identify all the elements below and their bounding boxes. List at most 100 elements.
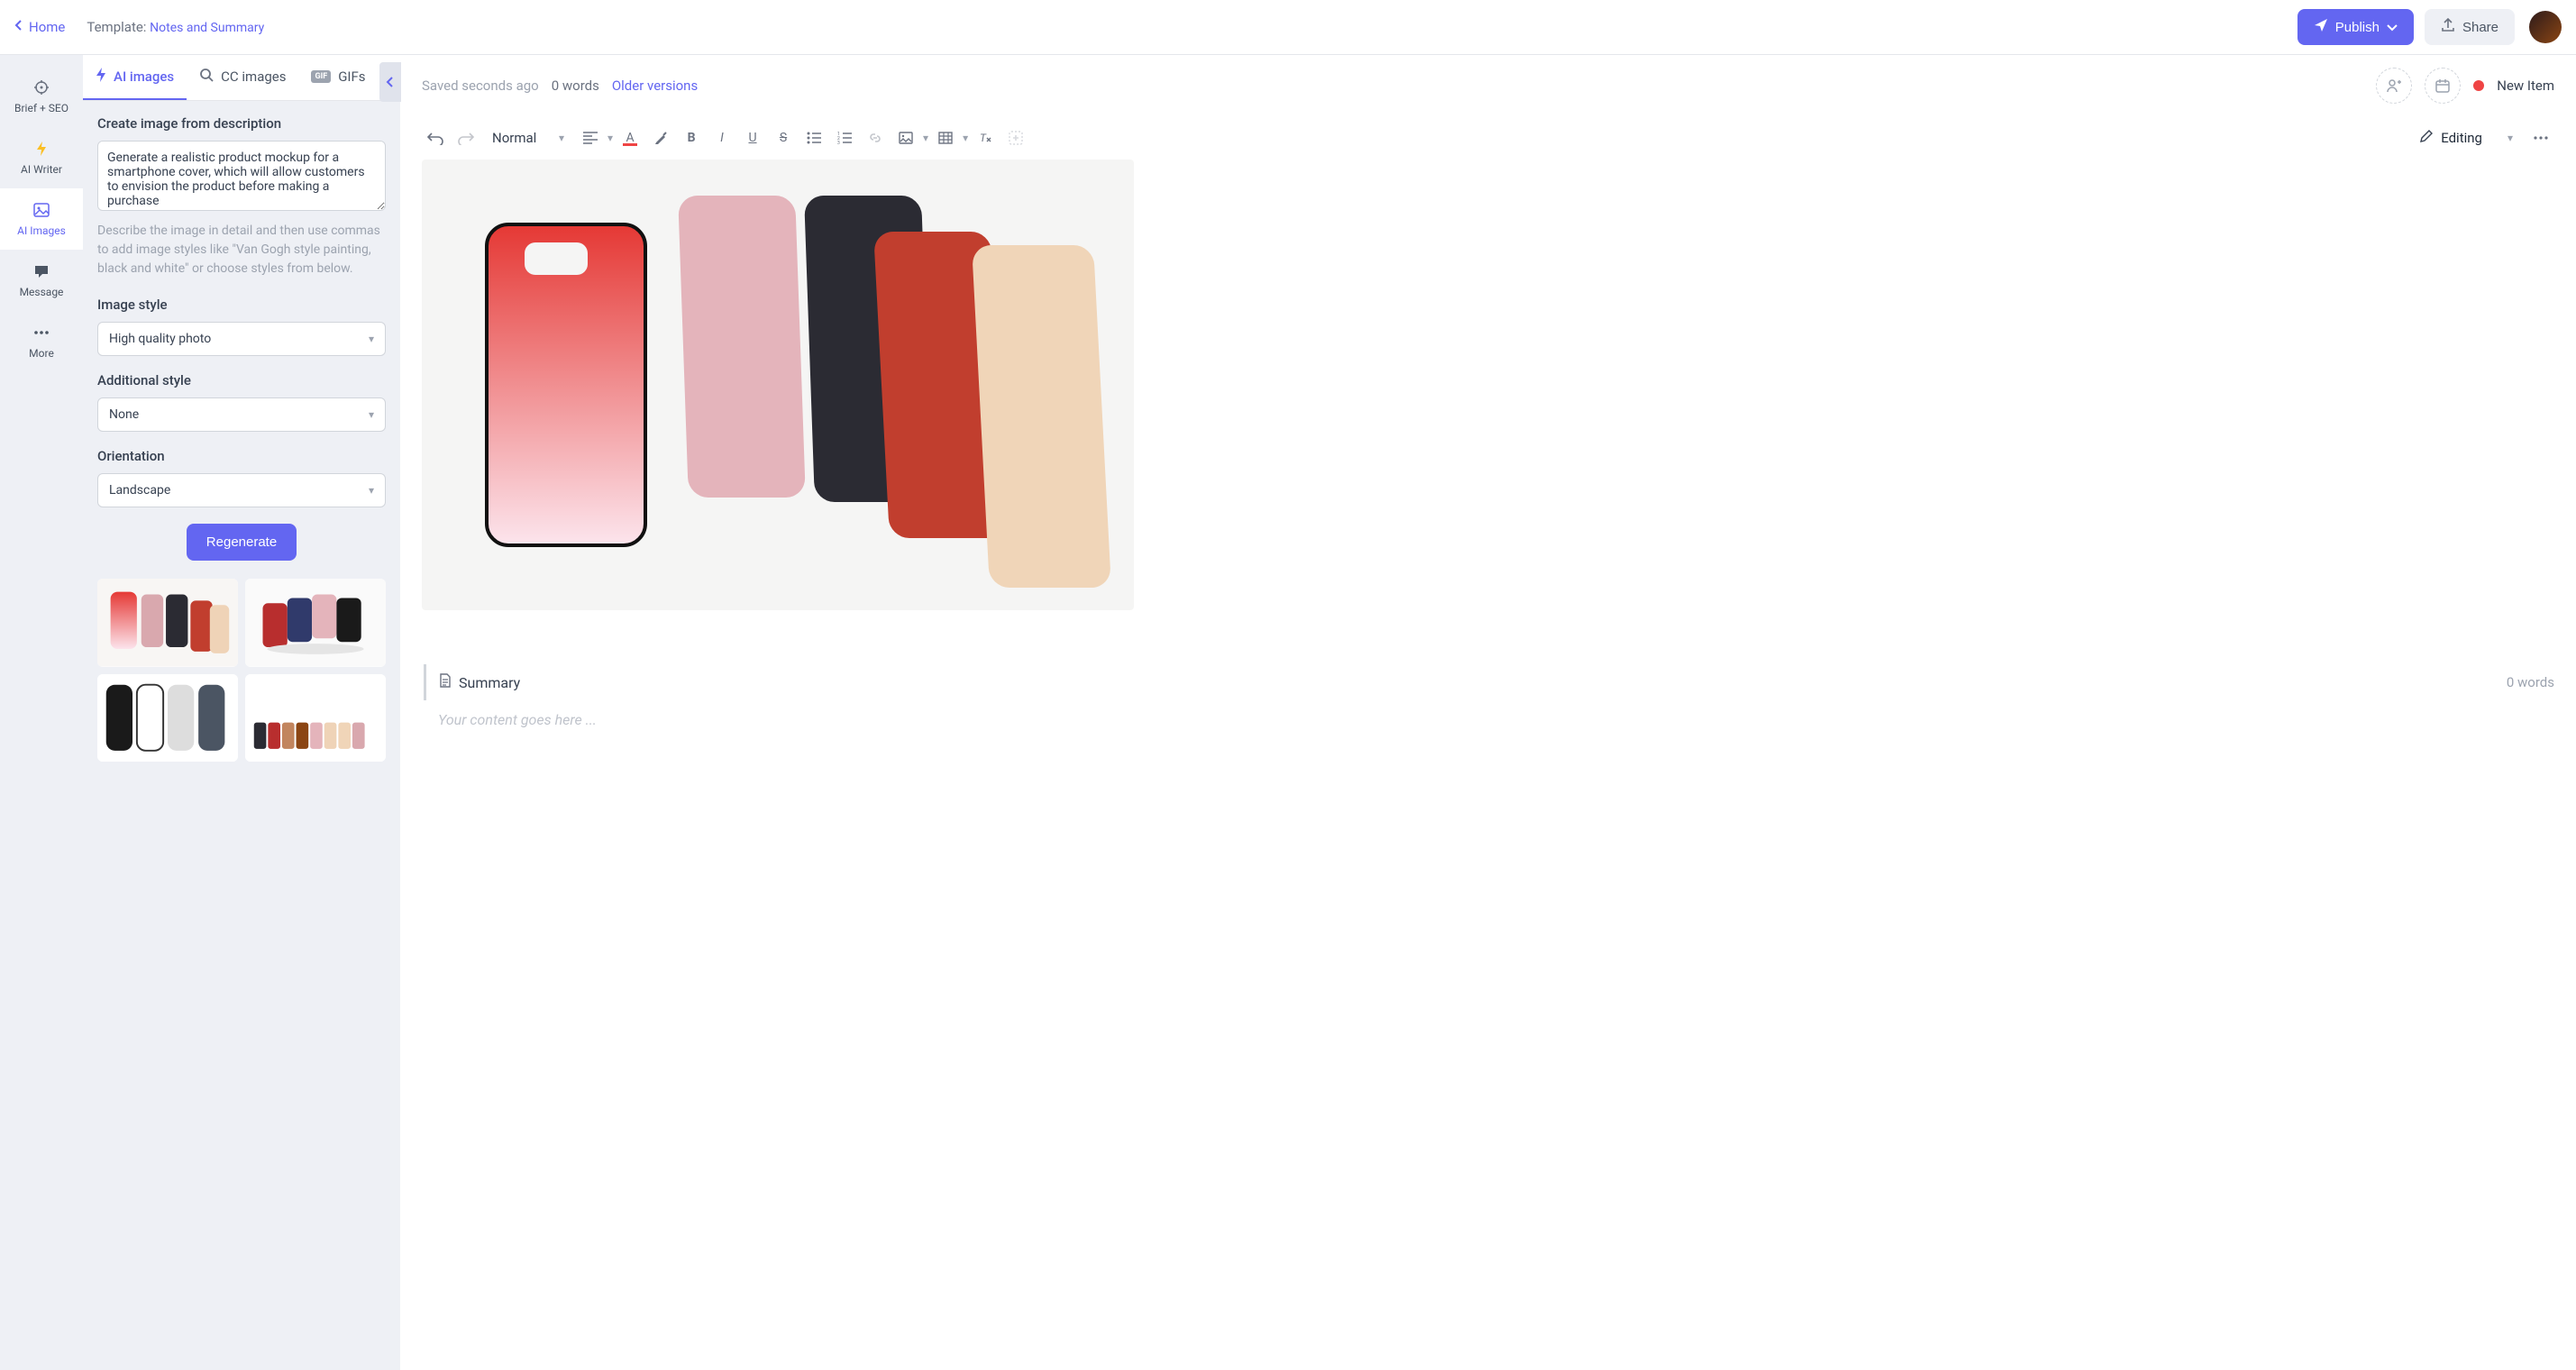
editing-mode-label: Editing (2441, 130, 2482, 146)
tab-ai-images[interactable]: AI images (83, 55, 187, 100)
search-icon (199, 68, 214, 86)
text-color-button[interactable]: A (617, 124, 644, 151)
gif-badge-icon: GIF (311, 70, 331, 83)
thumbnail-4[interactable] (245, 674, 386, 763)
add-user-button[interactable] (2376, 68, 2412, 104)
summary-label: Summary (459, 674, 520, 691)
add-block-button[interactable] (1002, 124, 1029, 151)
rail-label-images: AI Images (17, 224, 66, 237)
image-style-value: High quality photo (109, 332, 211, 346)
word-count: 0 words (552, 78, 599, 94)
home-link[interactable]: Home (14, 19, 65, 35)
editing-mode-select[interactable]: Editing ▾ (2408, 123, 2524, 152)
underline-button[interactable]: U (739, 124, 766, 151)
orientation-select[interactable]: Landscape ▾ (97, 473, 386, 507)
strikethrough-button[interactable]: S (770, 124, 797, 151)
bolt-icon (32, 140, 50, 158)
share-label: Share (2462, 20, 2498, 35)
older-versions-link[interactable]: Older versions (612, 78, 698, 94)
orientation-label: Orientation (97, 448, 386, 464)
sidebar-item-message[interactable]: Message (0, 250, 83, 311)
link-button[interactable] (862, 124, 889, 151)
status-indicator-icon (2473, 80, 2484, 91)
orientation-value: Landscape (109, 483, 170, 498)
content-placeholder[interactable]: Your content goes here ... (422, 700, 2554, 728)
number-list-button[interactable]: 123 (831, 124, 858, 151)
align-button[interactable] (577, 124, 604, 151)
sidebar-item-more[interactable]: More (0, 311, 83, 372)
chevron-down-icon: ▾ (369, 408, 374, 421)
tab-gifs[interactable]: GIF GIFs (298, 55, 378, 100)
image-icon (32, 201, 50, 219)
insert-image-button[interactable] (892, 124, 919, 151)
chevron-down-icon[interactable]: ▾ (923, 132, 928, 144)
highlight-button[interactable] (647, 124, 674, 151)
thumbnail-1[interactable] (97, 579, 238, 667)
template-prefix: Template: (87, 19, 150, 35)
format-value: Normal (492, 130, 536, 146)
clear-format-button[interactable]: T (972, 124, 999, 151)
rail-label-writer: AI Writer (21, 163, 62, 176)
insert-table-button[interactable] (932, 124, 959, 151)
sidebar-item-images[interactable]: AI Images (0, 188, 83, 250)
avatar[interactable] (2529, 11, 2562, 43)
chevron-down-icon: ▾ (559, 132, 564, 144)
regenerate-button[interactable]: Regenerate (187, 524, 297, 561)
document-icon (439, 673, 452, 691)
tab-label-ai: AI images (114, 68, 174, 85)
italic-button[interactable]: I (708, 124, 735, 151)
tab-label-cc: CC images (221, 68, 286, 85)
left-rail: Brief + SEO AI Writer AI Images Message … (0, 55, 83, 1370)
share-button[interactable]: Share (2425, 9, 2515, 45)
prompt-input[interactable] (97, 141, 386, 211)
dots-icon (32, 324, 50, 342)
svg-text:3: 3 (837, 141, 840, 144)
collapse-sidebar-button[interactable] (379, 62, 401, 102)
bullet-list-button[interactable] (800, 124, 827, 151)
image-style-select[interactable]: High quality photo ▾ (97, 322, 386, 356)
target-icon (32, 78, 50, 96)
bolt-icon (96, 68, 106, 86)
chevron-down-icon (2387, 20, 2398, 35)
bold-button[interactable]: B (678, 124, 705, 151)
rail-label-message: Message (20, 286, 64, 298)
template-name-link[interactable]: Notes and Summary (150, 21, 264, 35)
publish-button[interactable]: Publish (2297, 9, 2414, 45)
pencil-icon (2419, 129, 2434, 147)
editor-toolbar: Normal ▾ ▾ A B I U S 123 ▾ ▾ T Editing (400, 116, 2576, 160)
more-options-button[interactable] (2527, 124, 2554, 151)
summary-section-header[interactable]: Summary 0 words (424, 664, 2554, 700)
chevron-down-icon: ▾ (2507, 132, 2513, 144)
sidebar-item-writer[interactable]: AI Writer (0, 127, 83, 188)
thumbnail-3[interactable] (97, 674, 238, 763)
chevron-down-icon[interactable]: ▾ (607, 132, 613, 144)
rail-label-brief: Brief + SEO (14, 102, 69, 114)
tab-label-gifs: GIFs (338, 68, 365, 85)
thumbnail-2[interactable] (245, 579, 386, 667)
sidebar-panel: AI images CC images GIF GIFs Create imag… (83, 55, 400, 1370)
create-image-label: Create image from description (97, 115, 386, 132)
main-generated-image[interactable] (422, 160, 1134, 610)
chevron-left-icon (14, 19, 23, 35)
chevron-down-icon[interactable]: ▾ (963, 132, 968, 144)
saved-status: Saved seconds ago (422, 78, 539, 94)
upload-icon (2441, 18, 2455, 36)
sidebar-item-brief[interactable]: Brief + SEO (0, 66, 83, 127)
prompt-helper-text: Describe the image in detail and then us… (97, 222, 386, 279)
tab-cc-images[interactable]: CC images (187, 55, 298, 100)
status-label[interactable]: New Item (2497, 78, 2554, 94)
chevron-down-icon: ▾ (369, 333, 374, 345)
rail-label-more: More (29, 347, 54, 360)
calendar-button[interactable] (2425, 68, 2461, 104)
home-label: Home (29, 19, 65, 35)
summary-word-count: 0 words (2507, 674, 2554, 690)
publish-label: Publish (2335, 20, 2380, 35)
additional-style-select[interactable]: None ▾ (97, 397, 386, 432)
undo-button[interactable] (422, 124, 449, 151)
format-select[interactable]: Normal ▾ (483, 124, 573, 151)
send-icon (2314, 18, 2328, 36)
additional-style-value: None (109, 407, 139, 422)
redo-button[interactable] (452, 124, 480, 151)
image-style-label: Image style (97, 297, 386, 313)
template-info: Template: Notes and Summary (87, 19, 264, 35)
